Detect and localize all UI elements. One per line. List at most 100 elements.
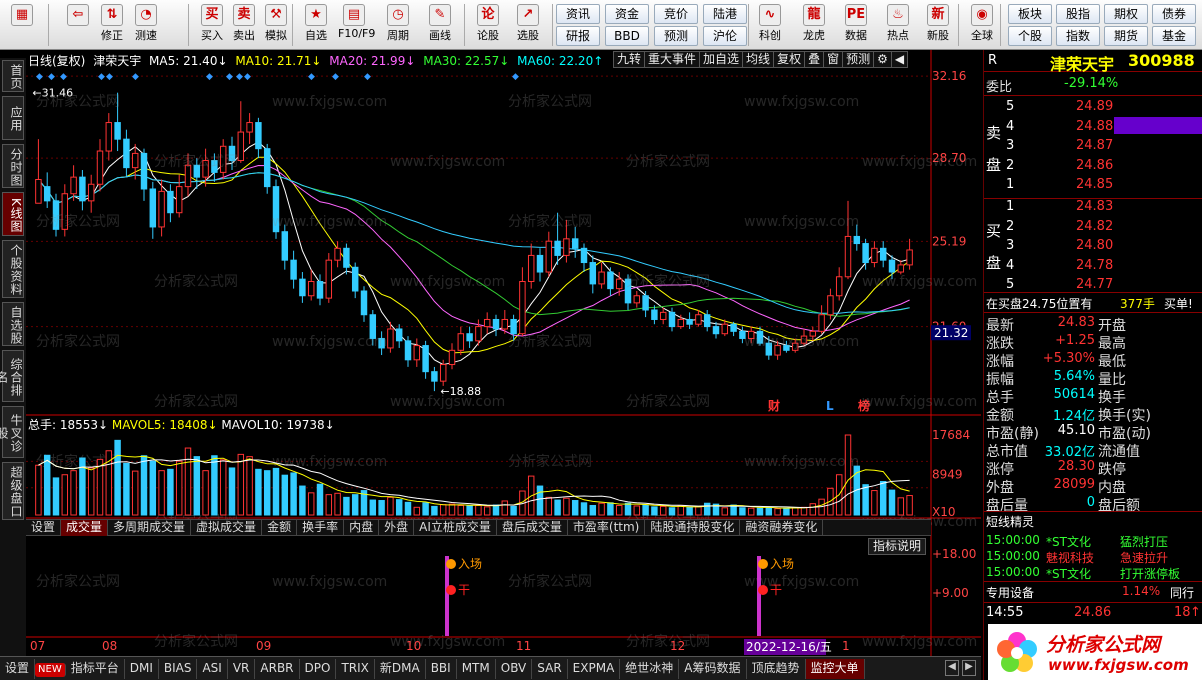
sidebar-tab-8[interactable]: 超级盘口 <box>2 462 24 520</box>
sell-price[interactable]: 24.87 <box>1076 138 1113 153</box>
event-mark[interactable]: 财 <box>767 398 780 413</box>
buy-price[interactable]: 24.77 <box>1076 277 1113 292</box>
buy-price[interactable]: 24.78 <box>1076 258 1113 273</box>
indicator-help-button[interactable]: 指标说明 <box>868 538 927 555</box>
collapse-arrow-icon[interactable]: ◀ <box>890 51 909 68</box>
settings-gear-icon[interactable]: ⚙ <box>873 51 892 68</box>
indicator-tab-4[interactable]: 金额 <box>262 520 298 536</box>
indicator-tab-5[interactable]: 换手率 <box>297 520 345 536</box>
chart-canvas[interactable]: 32.1628.7025.1921.6021.32176848949X10+18… <box>26 50 981 660</box>
sell-price[interactable]: 24.88 <box>1076 119 1113 134</box>
event-diamond-icon[interactable]: ◆ <box>106 72 113 82</box>
event-diamond-icon[interactable]: ◆ <box>244 72 251 82</box>
bottom-tab-13[interactable]: OBV <box>496 659 533 679</box>
toolbar-button-6[interactable]: ⚒ 模拟 <box>260 2 292 48</box>
event-mark[interactable]: L <box>826 399 834 413</box>
toolbar-market-股指[interactable]: 股指 <box>1056 4 1100 24</box>
bottom-tab-12[interactable]: MTM <box>457 659 496 679</box>
bottom-tab-14[interactable]: SAR <box>532 659 568 679</box>
bottom-tab-10[interactable]: 新DMA <box>375 659 426 679</box>
event-diamond-icon[interactable]: ◆ <box>98 72 105 82</box>
chart-btn-加自选[interactable]: 加自选 <box>699 51 744 68</box>
toolbar-button-4[interactable]: 买买入 <box>196 2 228 48</box>
toolbar-button-18[interactable]: ◉ 全球 <box>966 2 998 48</box>
toolbar-tab-资讯[interactable]: 资讯 <box>556 4 600 24</box>
bottom-tab-9[interactable]: TRIX <box>336 659 375 679</box>
short-elf-stock[interactable]: *ST文化 <box>1046 565 1091 582</box>
sell-price[interactable]: 24.85 <box>1076 177 1113 192</box>
sidebar-tab-3[interactable]: K线图 <box>2 192 24 236</box>
bottom-tab-7[interactable]: ARBR <box>255 659 300 679</box>
event-diamond-icon[interactable]: ◆ <box>364 72 371 82</box>
bottom-tab-2[interactable]: 指标平台 <box>66 659 125 679</box>
toolbar-market-期权[interactable]: 期权 <box>1104 4 1148 24</box>
bottom-tab-1[interactable]: NEW <box>35 663 66 677</box>
chart-btn-叠[interactable]: 叠 <box>804 51 825 68</box>
indicator-tab-1[interactable]: 成交量 <box>61 520 109 536</box>
toolbar-button-8[interactable]: ▤ F10/F9 <box>338 2 375 48</box>
indicator-tab-12[interactable]: 融资融券变化 <box>740 520 824 536</box>
indicator-tab-8[interactable]: AI立桩成交量 <box>414 520 497 536</box>
toolbar-button-17[interactable]: 新新股 <box>922 2 954 48</box>
short-elf-item[interactable]: 15:00:00 魅视科技 急速拉升 <box>984 549 1202 566</box>
toolbar-tab-BBD[interactable]: BBD <box>605 26 649 46</box>
event-diamond-icon[interactable]: ◆ <box>48 72 55 82</box>
toolbar-button-15[interactable]: PE 数据 <box>840 2 872 48</box>
chart-btn-预测[interactable]: 预测 <box>842 51 875 68</box>
period-label[interactable]: 日线(复权) <box>28 54 85 68</box>
toolbar-button-9[interactable]: ◷ 周期 <box>382 2 414 48</box>
event-diamond-icon[interactable]: ◆ <box>236 72 243 82</box>
indicator-tab-10[interactable]: 市盈率(ttm) <box>568 520 646 536</box>
toolbar-tab-资金[interactable]: 资金 <box>605 4 649 24</box>
short-elf-item[interactable]: 15:00:00 *ST文化 猛烈打压 <box>984 533 1202 550</box>
toolbar-tab-预测[interactable]: 预测 <box>654 26 698 46</box>
bottom-tab-5[interactable]: ASI <box>197 659 228 679</box>
toolbar-market-指数[interactable]: 指数 <box>1056 26 1100 46</box>
bottom-tab-18[interactable]: 顶底趋势 <box>747 659 806 679</box>
short-elf-stock[interactable]: *ST文化 <box>1046 533 1091 550</box>
toolbar-tab-陆港[interactable]: 陆港 <box>703 4 747 24</box>
chart-btn-均线[interactable]: 均线 <box>742 51 775 68</box>
toolbar-tab-研报[interactable]: 研报 <box>556 26 600 46</box>
toolbar-tab-沪伦[interactable]: 沪伦 <box>703 26 747 46</box>
sidebar-tab-0[interactable]: 首页 <box>2 60 24 92</box>
indicator-tab-2[interactable]: 多周期成交量 <box>108 520 192 536</box>
toolbar-market-基金[interactable]: 基金 <box>1152 26 1196 46</box>
indicator-tab-7[interactable]: 外盘 <box>379 520 415 536</box>
bottom-tab-8[interactable]: DPO <box>300 659 337 679</box>
buy-price[interactable]: 24.83 <box>1076 199 1113 214</box>
short-elf-title[interactable]: 短线精灵 <box>986 513 1034 530</box>
event-diamond-icon[interactable]: ◆ <box>226 72 233 82</box>
indicator-tab-3[interactable]: 虚拟成交量 <box>191 520 263 536</box>
sidebar-tab-2[interactable]: 分时图 <box>2 144 24 188</box>
short-elf-item[interactable]: 15:00:00 *ST文化 打开涨停板 <box>984 565 1202 582</box>
bottom-tab-17[interactable]: A筹码数据 <box>679 659 747 679</box>
event-diamond-icon[interactable]: ◆ <box>512 72 519 82</box>
bottom-tab-6[interactable]: VR <box>228 659 256 679</box>
event-diamond-icon[interactable]: ◆ <box>36 72 43 82</box>
toolbar-button-14[interactable]: 龍龙虎 <box>798 2 830 48</box>
bottom-tab-4[interactable]: BIAS <box>159 659 198 679</box>
buy-price[interactable]: 24.80 <box>1076 238 1113 253</box>
chart-btn-复权[interactable]: 复权 <box>773 51 806 68</box>
event-diamond-icon[interactable]: ◆ <box>308 72 315 82</box>
bottom-tab-3[interactable]: DMI <box>125 659 159 679</box>
sidebar-tab-4[interactable]: 个股资料 <box>2 240 24 298</box>
toolbar-button-1[interactable]: ⇦ <box>62 2 94 48</box>
bottom-tab-19[interactable]: 监控大单 <box>805 659 865 679</box>
kline-chart-area[interactable]: 32.1628.7025.1921.6021.32176848949X10+18… <box>26 50 981 660</box>
sidebar-tab-5[interactable]: 自选股 <box>2 302 24 346</box>
scroll-left-icon[interactable]: ◀ <box>945 660 959 676</box>
toolbar-button-3[interactable]: ◔ 测速 <box>130 2 162 48</box>
indicator-tab-6[interactable]: 内盘 <box>344 520 380 536</box>
toolbar-button-13[interactable]: ∿ 科创 <box>754 2 786 48</box>
toolbar-button-2[interactable]: ⇅ 修正 <box>96 2 128 48</box>
chart-btn-九转[interactable]: 九转 <box>613 51 646 68</box>
indicator-tab-0[interactable]: 设置 <box>26 520 62 536</box>
toolbar-button-0[interactable]: ▦ <box>6 2 38 48</box>
buy-price[interactable]: 24.82 <box>1076 219 1113 234</box>
bottom-tab-0[interactable]: 设置 <box>0 659 36 679</box>
event-diamond-icon[interactable]: ◆ <box>206 72 213 82</box>
scroll-right-icon[interactable]: ▶ <box>962 660 976 676</box>
event-diamond-icon[interactable]: ◆ <box>332 72 339 82</box>
